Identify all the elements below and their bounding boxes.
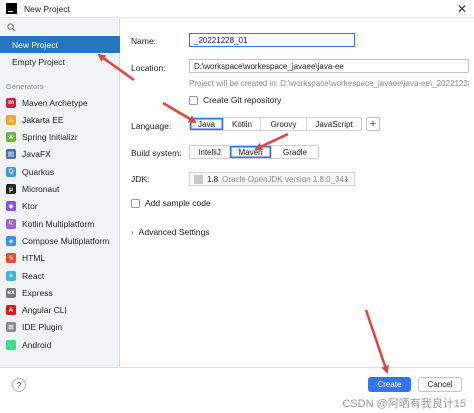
kotlin-icon: K xyxy=(6,218,16,229)
build-intellij-button[interactable]: IntelliJ xyxy=(190,146,230,158)
language-kotlin-button[interactable]: Kotlin xyxy=(224,118,261,130)
sidebar-item-label: HTML xyxy=(22,253,46,264)
title-bar: New Project ✕ xyxy=(0,0,474,18)
search-icon xyxy=(7,23,16,32)
express-icon: ex xyxy=(6,287,16,298)
sidebar-item-generator[interactable]: ⊞ IDE Plugin xyxy=(0,319,120,336)
sidebar-item-generator[interactable]: 5 HTML xyxy=(0,250,120,267)
micronaut-icon: μ xyxy=(6,184,16,194)
sidebar-item-generator[interactable]: ⚛ React xyxy=(0,267,120,284)
intellij-logo-icon xyxy=(6,3,17,14)
jdk-detail: Oracle OpenJDK version 1.8.0_341 xyxy=(222,174,349,184)
jdk-folder-icon xyxy=(194,174,203,184)
compose-icon: ◈ xyxy=(6,235,16,246)
sidebar-item-label: Empty Project xyxy=(12,56,65,67)
window-close-icon[interactable]: ✕ xyxy=(457,2,467,16)
sidebar-item-label: JavaFX xyxy=(22,149,51,160)
sidebar-item-generator[interactable]: ❀ Spring Initializr xyxy=(0,129,120,146)
jdk-version: 1.8 xyxy=(207,174,219,184)
chevron-down-icon: ⌄ xyxy=(343,174,350,183)
sidebar-item-generator[interactable]: ◆ Ktor xyxy=(0,198,120,215)
add-language-button[interactable]: + xyxy=(366,117,380,131)
add-sample-code-checkbox[interactable]: Add sample code xyxy=(131,198,211,208)
sidebar-item-label: Angular CLI xyxy=(22,305,67,316)
location-input[interactable]: D:\workspace\workespace_javaee\java-ee xyxy=(189,59,469,73)
sidebar-item-label: Maven Archetype xyxy=(22,97,88,108)
sidebar-item-generator[interactable]: K Kotlin Multiplatform xyxy=(0,215,120,232)
language-groovy-button[interactable]: Groovy xyxy=(261,118,307,130)
sidebar-item-label: Quarkus xyxy=(22,166,55,177)
html-icon: 5 xyxy=(6,253,16,264)
project-type-sidebar: New Project Empty Project Generators m Ma… xyxy=(0,18,120,367)
name-input[interactable]: _20221228_01 xyxy=(189,33,355,47)
jakarta-ee-icon: ☕ xyxy=(6,114,16,125)
sidebar-item-label: Spring Initializr xyxy=(22,132,78,143)
sidebar-item-generator[interactable]: Q Quarkus xyxy=(0,163,120,180)
advanced-settings-toggle[interactable]: › Advanced Settings xyxy=(131,227,210,237)
chevron-right-icon: › xyxy=(131,227,134,237)
sidebar-item-label: React xyxy=(22,270,45,281)
sidebar-item-new-project[interactable]: New Project xyxy=(0,36,120,53)
build-gradle-button[interactable]: Gradle xyxy=(272,146,318,158)
sidebar-search[interactable] xyxy=(4,21,116,35)
sidebar-item-label: Ktor xyxy=(22,201,38,212)
language-java-button[interactable]: Java xyxy=(190,118,224,130)
android-icon: ◐ xyxy=(6,339,16,350)
sidebar-item-label: IDE Plugin xyxy=(22,322,63,333)
sidebar-item-label: Compose Multiplatform xyxy=(22,235,110,246)
maven-icon: m xyxy=(6,97,16,108)
create-git-label: Create Git repository xyxy=(203,95,282,105)
sidebar-item-label: New Project xyxy=(12,39,58,50)
sidebar-item-generator[interactable]: ◐ Android xyxy=(0,336,120,353)
checkbox-box[interactable] xyxy=(189,95,198,105)
sidebar-item-generator[interactable]: μ Micronaut xyxy=(0,181,120,198)
language-selector: Java Kotlin Groovy JavaScript xyxy=(189,117,362,131)
sidebar-item-generator[interactable]: ex Express xyxy=(0,284,120,301)
jdk-select[interactable]: 1.8 Oracle OpenJDK version 1.8.0_341 ⌄ xyxy=(189,172,355,186)
sidebar-item-empty-project[interactable]: Empty Project xyxy=(0,53,120,70)
cancel-button[interactable]: Cancel xyxy=(418,377,462,392)
sidebar-item-generator[interactable]: ◈ Compose Multiplatform xyxy=(0,232,120,249)
sidebar-item-label: Kotlin Multiplatform xyxy=(22,218,95,229)
csdn-watermark: CSDN @阿晒有我良计15 xyxy=(342,398,466,410)
sidebar-item-label: Jakarta EE xyxy=(22,114,64,125)
sidebar-item-label: Express xyxy=(22,287,53,298)
add-sample-code-label: Add sample code xyxy=(145,198,211,208)
react-icon: ⚛ xyxy=(6,270,16,281)
name-label: Name: xyxy=(131,36,157,46)
create-button[interactable]: Create xyxy=(368,377,411,392)
language-javascript-button[interactable]: JavaScript xyxy=(307,118,361,130)
quarkus-icon: Q xyxy=(6,166,16,177)
angular-icon: A xyxy=(6,305,16,316)
build-system-label: Build system: xyxy=(131,148,182,158)
sidebar-item-generator[interactable]: ▤ JavaFX xyxy=(0,146,120,163)
generators-section-label: Generators xyxy=(6,82,44,91)
advanced-settings-label: Advanced Settings xyxy=(138,227,210,237)
arrow-to-create xyxy=(364,309,389,374)
jdk-label: JDK: xyxy=(131,174,150,184)
create-git-checkbox[interactable]: Create Git repository xyxy=(189,95,281,105)
javafx-icon: ▤ xyxy=(6,149,16,160)
ktor-icon: ◆ xyxy=(6,201,16,212)
location-hint: Project will be created in: D:\workspace… xyxy=(189,79,469,88)
plugin-icon: ⊞ xyxy=(6,322,16,333)
location-input-value: D:\workspace\workespace_javaee\java-ee xyxy=(194,61,344,71)
checkbox-box[interactable] xyxy=(131,198,140,208)
sidebar-item-generator[interactable]: m Maven Archetype xyxy=(0,94,120,111)
build-system-selector: IntelliJ Maven Gradle xyxy=(189,145,319,159)
language-label: Language: xyxy=(131,121,172,131)
location-label: Location: xyxy=(131,63,166,73)
sidebar-item-generator[interactable]: ☕ Jakarta EE xyxy=(0,111,120,128)
name-input-value: _20221228_01 xyxy=(194,35,248,45)
build-maven-button[interactable]: Maven xyxy=(230,146,272,158)
spring-icon: ❀ xyxy=(6,132,16,143)
window-title: New Project xyxy=(24,3,70,14)
sidebar-item-label: Micronaut xyxy=(22,184,60,194)
sidebar-item-label: Android xyxy=(22,339,52,350)
help-button[interactable]: ? xyxy=(12,378,26,392)
sidebar-item-generator[interactable]: A Angular CLI xyxy=(0,302,120,319)
dialog-footer: ? Create Cancel CSDN @阿晒有我良计15 xyxy=(0,367,474,413)
